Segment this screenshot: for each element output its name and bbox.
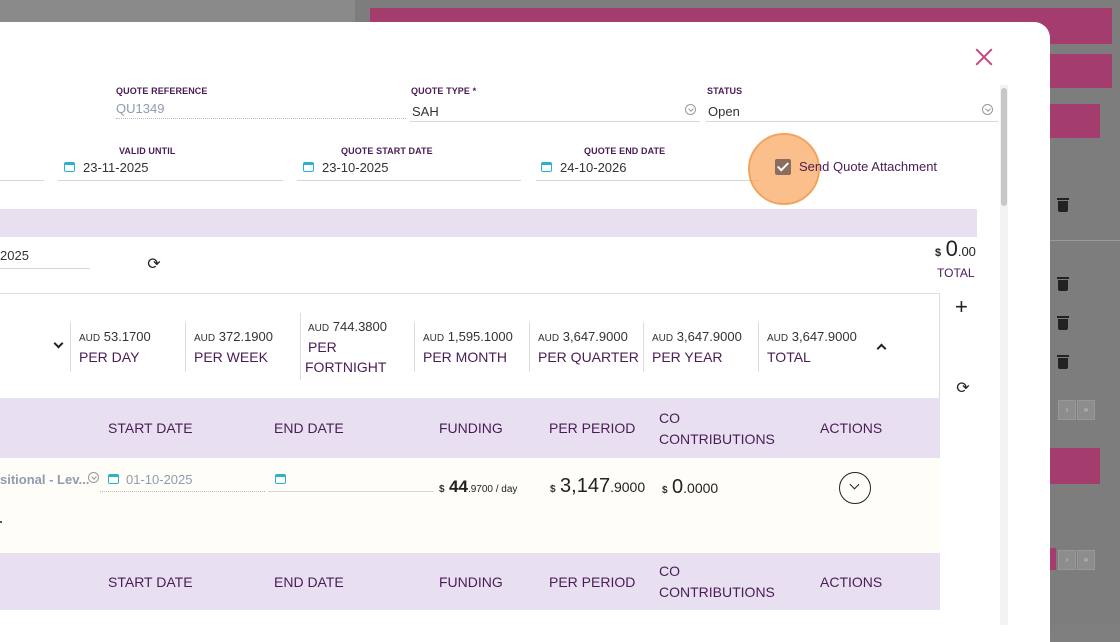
chevron-down-icon [849,479,860,490]
total-label: TOTAL [767,349,811,365]
quote-start-date-input[interactable]: 23-10-2025 [322,160,389,175]
column-header-co: CO [659,410,680,426]
chevron-down-icon[interactable] [982,104,993,115]
summary-divider [300,313,301,380]
column-header-end-date: END DATE [274,574,344,590]
row-start-date-input[interactable]: 01-10-2025 [126,472,193,487]
status-select[interactable]: Open [708,104,740,119]
quote-type-underline [410,121,700,122]
modal-scrollbar-thumb[interactable] [1001,88,1007,206]
summary-divider [529,322,530,372]
background-bar [1050,448,1100,484]
per-month-label: PER MONTH [423,349,507,365]
column-header-start-date: START DATE [108,574,193,590]
background-divider [1050,240,1120,241]
column-header-actions: ACTIONS [820,420,883,436]
per-fortnight-label-2: FORTNIGHT [305,359,387,375]
status-label: STATUS [707,86,743,96]
calendar-icon[interactable] [108,474,119,484]
valid-until-label: VALID UNTIL [119,146,176,156]
column-header-contributions: CONTRIBUTIONS [659,584,775,600]
background-bar [1050,54,1112,88]
quote-start-date-underline [297,180,521,181]
calendar-icon[interactable] [275,474,286,484]
add-button[interactable]: + [955,294,968,320]
summary-card [0,293,940,398]
summary-divider [643,322,644,372]
send-quote-attachment-label[interactable]: Send Quote Attachment [799,159,937,174]
field-underline [0,180,44,181]
quote-reference-label: QUOTE REFERENCE [116,86,208,96]
quote-end-date-label: QUOTE END DATE [584,146,666,156]
row-end-date-underline [268,491,434,492]
summary-divider [414,322,415,372]
trash-icon [1057,316,1069,330]
column-header-end-date: END DATE [274,420,344,436]
pager-next-button: › [1058,550,1076,570]
column-header-funding: FUNDING [439,420,503,436]
row-funding-amount: $ 44.9700 / day [439,477,518,496]
quote-end-date-input[interactable]: 24-10-2026 [560,160,627,175]
column-header-co: CO [659,563,680,579]
quote-total-amount: $ 0.00 [935,236,976,261]
refresh-icon[interactable]: ⟳ [146,257,162,273]
quote-reference-underline [116,118,406,119]
row-per-period-amount: $ 3,147.9000 [550,475,646,497]
row-marker [0,521,2,523]
section-header-band [0,209,977,237]
quote-start-date-label: QUOTE START DATE [341,146,433,156]
per-quarter-amount: AUD 3,647.9000 [538,329,628,344]
valid-until-underline [58,180,283,181]
status-underline [706,121,998,122]
per-fortnight-label: PER [308,339,337,355]
total-amount: AUD 3,647.9000 [767,329,857,344]
calendar-icon[interactable] [303,162,314,172]
date-input-underline [0,268,90,269]
quote-type-label: QUOTE TYPE * [411,86,477,96]
per-month-amount: AUD 1,595.1000 [423,329,513,344]
column-header-actions: ACTIONS [820,574,883,590]
calendar-icon[interactable] [541,162,552,172]
column-header-contributions: CONTRIBUTIONS [659,431,775,447]
summary-divider [185,322,186,372]
chevron-down-icon[interactable] [685,104,696,115]
send-quote-attachment-checkbox[interactable] [775,159,791,175]
column-header-funding: FUNDING [439,574,503,590]
calendar-icon[interactable] [64,162,75,172]
quote-type-select[interactable]: SAH [412,104,439,119]
column-header-per-period: PER PERIOD [549,420,636,436]
pager-last-button: » [1077,550,1095,570]
per-year-amount: AUD 3,647.9000 [652,329,742,344]
per-day-label: PER DAY [79,349,140,365]
per-year-label: PER YEAR [652,349,723,365]
background-bar [1050,104,1100,138]
quote-end-date-underline [536,180,760,181]
summary-divider [70,322,71,372]
trash-icon [1057,277,1069,291]
close-icon[interactable] [975,48,993,66]
pager-next-button: › [1058,400,1076,420]
date-input-partial[interactable]: 2025 [0,248,29,263]
summary-divider [758,322,759,372]
per-week-label: PER WEEK [194,349,268,365]
per-quarter-label: PER QUARTER [538,349,639,365]
valid-until-input[interactable]: 23-11-2025 [83,160,149,175]
quote-total-label: TOTAL [937,266,975,280]
column-header-start-date: START DATE [108,420,193,436]
background-bar [1050,548,1056,570]
trash-icon [1057,355,1069,369]
pager-last-button: » [1077,400,1095,420]
per-fortnight-amount: AUD 744.3800 [308,319,387,334]
per-day-amount: AUD 53.1700 [79,329,151,344]
quote-reference-value: QU1349 [116,101,165,116]
service-select[interactable]: sitional - Lev... [0,472,89,487]
chevron-down-icon[interactable] [88,472,99,483]
column-header-per-period: PER PERIOD [549,574,636,590]
row-co-contributions-amount: $ 0.0000 [662,476,719,498]
expand-row-button[interactable] [839,472,871,504]
refresh-icon[interactable]: ⟳ [955,381,971,397]
row-start-date-underline [100,491,265,492]
trash-icon [1057,198,1069,212]
per-week-amount: AUD 372.1900 [194,329,273,344]
